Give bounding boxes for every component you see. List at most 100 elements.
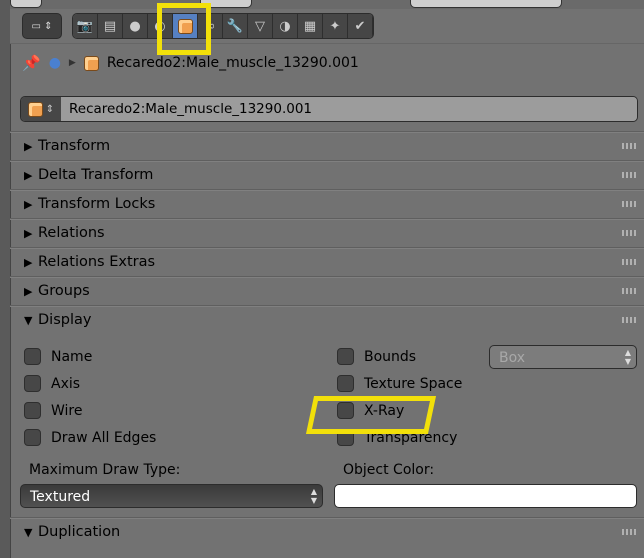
- drag-grip-icon[interactable]: [622, 172, 638, 178]
- top-button[interactable]: [10, 0, 42, 8]
- triangle-right-icon: ▶: [24, 284, 33, 298]
- data-icon: ▽: [255, 18, 265, 34]
- scene-icon: ●: [48, 55, 61, 71]
- tab-texture[interactable]: ▦: [298, 14, 323, 38]
- checkbox-box[interactable]: [337, 402, 354, 419]
- checkbox-x-ray[interactable]: X-Ray: [337, 402, 404, 419]
- breadcrumb-object-name: Recaredo2:Male_muscle_13290.001: [106, 55, 359, 71]
- object-color-label: Object Color:: [343, 462, 435, 478]
- panel-relations-extras[interactable]: ▶ Relations Extras: [10, 247, 644, 276]
- checkbox-axis[interactable]: Axis: [24, 375, 80, 392]
- modifiers-icon: 🔧: [226, 18, 244, 34]
- checkbox-label: Texture Space: [364, 375, 463, 392]
- object-icon: [27, 101, 43, 117]
- checkbox-box[interactable]: [337, 348, 354, 365]
- panel-display[interactable]: ▼ Display: [10, 305, 644, 334]
- panel-title: Transform: [38, 138, 111, 154]
- checkbox-label: Wire: [51, 402, 83, 419]
- drag-grip-icon[interactable]: [622, 529, 638, 535]
- checkbox-label: Axis: [51, 375, 81, 392]
- tab-world[interactable]: ◐: [148, 14, 173, 38]
- max-draw-type-label: Maximum Draw Type:: [29, 462, 181, 478]
- tab-render[interactable]: 📷: [73, 14, 98, 38]
- checkbox-box[interactable]: [24, 402, 41, 419]
- chevron-right-icon: ▶: [68, 58, 76, 68]
- checkbox-draw-all-edges[interactable]: Draw All Edges: [24, 429, 156, 446]
- panel-delta-transform[interactable]: ▶ Delta Transform: [10, 160, 644, 189]
- updown-icon: ▲ ▼: [310, 487, 317, 505]
- panel-relations[interactable]: ▶ Relations: [10, 218, 644, 247]
- tab-data[interactable]: ▽: [248, 14, 273, 38]
- checkbox-label: Bounds: [364, 348, 417, 365]
- drag-grip-icon[interactable]: [622, 230, 638, 236]
- checkbox-bounds[interactable]: Bounds: [337, 348, 416, 365]
- panel-transform[interactable]: ▶ Transform: [10, 131, 644, 160]
- panel-title: Delta Transform: [38, 167, 154, 183]
- triangle-right-icon: ▶: [24, 168, 33, 182]
- scene-icon: ●: [129, 18, 141, 34]
- tab-render-layers[interactable]: ▤: [98, 14, 123, 38]
- checkbox-name[interactable]: Name: [24, 348, 92, 365]
- top-button[interactable]: [200, 0, 252, 8]
- checkbox-transparency[interactable]: Transparency: [337, 429, 457, 446]
- object-browse-button[interactable]: ⇕: [21, 97, 61, 121]
- panel-transform-locks[interactable]: ▶ Transform Locks: [10, 189, 644, 218]
- tab-scene[interactable]: ●: [123, 14, 148, 38]
- tab-material[interactable]: ◑: [273, 14, 298, 38]
- checkbox-box[interactable]: [24, 348, 41, 365]
- drag-grip-icon[interactable]: [622, 259, 638, 265]
- max-draw-type-value: Textured: [30, 489, 91, 505]
- context-tabs: 📷 ▤ ● ◐ ∞ 🔧 ▽ ◑ ▦ ✦ ✔: [72, 13, 374, 39]
- max-draw-type-dropdown[interactable]: Textured ▲ ▼: [20, 484, 323, 508]
- material-icon: ◑: [279, 18, 291, 34]
- panel-groups[interactable]: ▶ Groups: [10, 276, 644, 305]
- bounds-type-value: Box: [499, 350, 526, 366]
- world-icon: ◐: [154, 18, 166, 34]
- checkbox-wire[interactable]: Wire: [24, 402, 83, 419]
- render-layers-icon: ▤: [103, 18, 117, 34]
- checkbox-label: Transparency: [364, 429, 458, 446]
- panel-duplication[interactable]: ▼ Duplication: [10, 517, 644, 546]
- triangle-down-icon: ▼: [24, 525, 33, 539]
- triangle-right-icon: ▶: [24, 226, 33, 240]
- checkbox-box[interactable]: [337, 429, 354, 446]
- checkbox-label: X-Ray: [364, 402, 405, 419]
- tab-particles[interactable]: ✦: [323, 14, 348, 38]
- checkbox-label: Name: [51, 348, 93, 365]
- checkbox-texture-space[interactable]: Texture Space: [337, 375, 462, 392]
- triangle-down-icon: ▼: [24, 313, 33, 327]
- render-icon: 📷: [76, 18, 94, 34]
- panel-title: Display: [38, 312, 92, 328]
- panel-title: Groups: [38, 283, 90, 299]
- triangle-right-icon: ▶: [24, 139, 33, 153]
- object-icon: [83, 55, 99, 71]
- tab-object[interactable]: [173, 14, 198, 38]
- panel-title: Transform Locks: [38, 196, 156, 212]
- bounds-type-dropdown[interactable]: Box ▲ ▼: [489, 345, 637, 369]
- drag-grip-icon[interactable]: [622, 143, 638, 149]
- texture-icon: ▦: [303, 18, 317, 34]
- object-color-swatch[interactable]: [334, 484, 637, 508]
- breadcrumb: 📌 ● ▶ Recaredo2:Male_muscle_13290.001: [22, 54, 359, 72]
- checkbox-box[interactable]: [337, 375, 354, 392]
- physics-icon: ✔: [354, 18, 366, 34]
- tab-modifiers[interactable]: 🔧: [223, 14, 248, 38]
- drag-grip-icon[interactable]: [622, 288, 638, 294]
- updown-icon: ▲ ▼: [624, 348, 631, 366]
- tab-physics[interactable]: ✔: [348, 14, 373, 38]
- tab-constraints[interactable]: ∞: [198, 14, 223, 38]
- panel-title: Duplication: [38, 524, 121, 540]
- constraints-icon: ∞: [204, 18, 216, 34]
- object-name-field[interactable]: ⇕ Recaredo2:Male_muscle_13290.001: [20, 96, 638, 122]
- checkbox-label: Draw All Edges: [51, 429, 157, 446]
- checkbox-box[interactable]: [24, 429, 41, 446]
- panel-title: Relations Extras: [38, 254, 156, 270]
- pin-icon[interactable]: 📌: [22, 54, 41, 72]
- editor-type-selector[interactable]: ▭ ⇕: [22, 13, 62, 39]
- drag-grip-icon[interactable]: [622, 201, 638, 207]
- triangle-right-icon: ▶: [24, 197, 33, 211]
- checkbox-box[interactable]: [24, 375, 41, 392]
- top-button[interactable]: [410, 0, 562, 8]
- drag-grip-icon[interactable]: [622, 317, 638, 323]
- object-name-input[interactable]: Recaredo2:Male_muscle_13290.001: [61, 97, 637, 121]
